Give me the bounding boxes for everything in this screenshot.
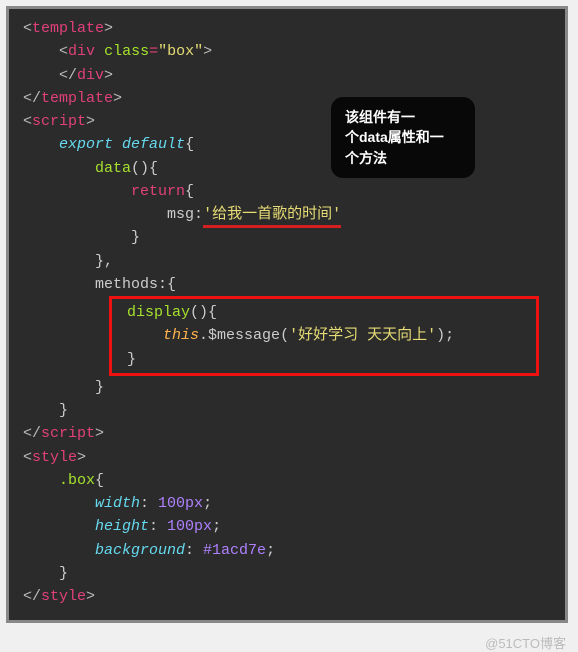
code-line: this.$message('好好学习 天天向上'); bbox=[112, 324, 536, 347]
code-editor-viewport: 该组件有一 个data属性和一 个方法 <template> <div clas… bbox=[6, 6, 568, 623]
code-line: msg:'给我一首歌的时间' bbox=[9, 203, 565, 226]
code-line: </template> bbox=[9, 87, 565, 110]
code-line: export default{ bbox=[9, 133, 565, 156]
code-line: background: #1acd7e; bbox=[9, 539, 565, 562]
code-line: .box{ bbox=[9, 469, 565, 492]
code-line: }, bbox=[9, 250, 565, 273]
watermark: @51CTO博客 bbox=[0, 629, 578, 652]
annotation-tooltip: 该组件有一 个data属性和一 个方法 bbox=[331, 97, 475, 178]
code-line: <script> bbox=[9, 110, 565, 133]
code-line: </script> bbox=[9, 422, 565, 445]
highlighted-string: '给我一首歌的时间' bbox=[203, 206, 341, 228]
code-line: } bbox=[112, 348, 536, 371]
code-line: width: 100px; bbox=[9, 492, 565, 515]
code-line: data(){ bbox=[9, 157, 565, 180]
code-line: } bbox=[9, 562, 565, 585]
tooltip-line: 该组件有一 bbox=[345, 109, 415, 125]
code-line: </style> bbox=[9, 585, 565, 608]
code-line: <div class="box"> bbox=[9, 40, 565, 63]
code-line: display(){ bbox=[112, 301, 536, 324]
code-line: } bbox=[9, 226, 565, 249]
code-line: </div> bbox=[9, 64, 565, 87]
code-line: <template> bbox=[9, 17, 565, 40]
code-line: height: 100px; bbox=[9, 515, 565, 538]
code-line: <style> bbox=[9, 446, 565, 469]
code-line: methods:{ bbox=[9, 273, 565, 296]
code-line: } bbox=[9, 399, 565, 422]
tooltip-line: 个方法 bbox=[345, 150, 387, 166]
code-line: } bbox=[9, 376, 565, 399]
highlight-box: display(){ this.$message('好好学习 天天向上'); } bbox=[109, 296, 539, 376]
tooltip-line: 个data属性和一 bbox=[345, 129, 444, 145]
code-line: return{ bbox=[9, 180, 565, 203]
